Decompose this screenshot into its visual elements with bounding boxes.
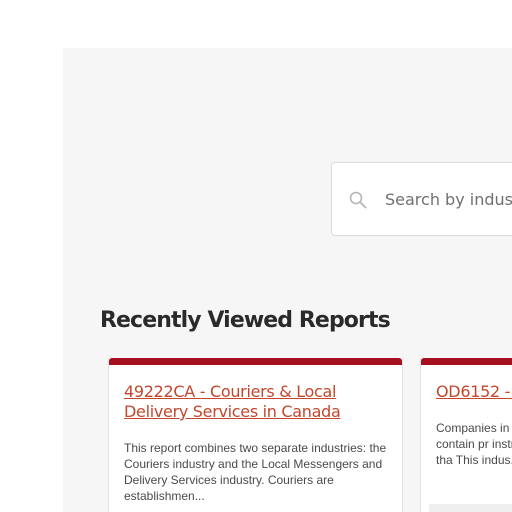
search-box[interactable]: Search by industr <box>331 162 512 236</box>
search-input[interactable]: Search by industr <box>385 190 512 209</box>
report-card-description: This report combines two separate indust… <box>124 441 387 503</box>
section-title: Recently Viewed Reports <box>100 308 391 333</box>
report-card: OD6152 - M Companies in t that contain p… <box>420 358 512 512</box>
card-footer-bar <box>429 504 512 512</box>
report-card-title-link[interactable]: OD6152 - M <box>436 382 512 402</box>
report-card-title-link[interactable]: 49222CA - Couriers & Local Delivery Serv… <box>124 382 389 422</box>
report-card-description: Companies in t that contain pr instructi… <box>436 421 512 467</box>
main-panel: Search by industr Recently Viewed Report… <box>63 48 512 512</box>
search-icon <box>349 191 367 209</box>
report-card: 49222CA - Couriers & Local Delivery Serv… <box>108 358 403 512</box>
